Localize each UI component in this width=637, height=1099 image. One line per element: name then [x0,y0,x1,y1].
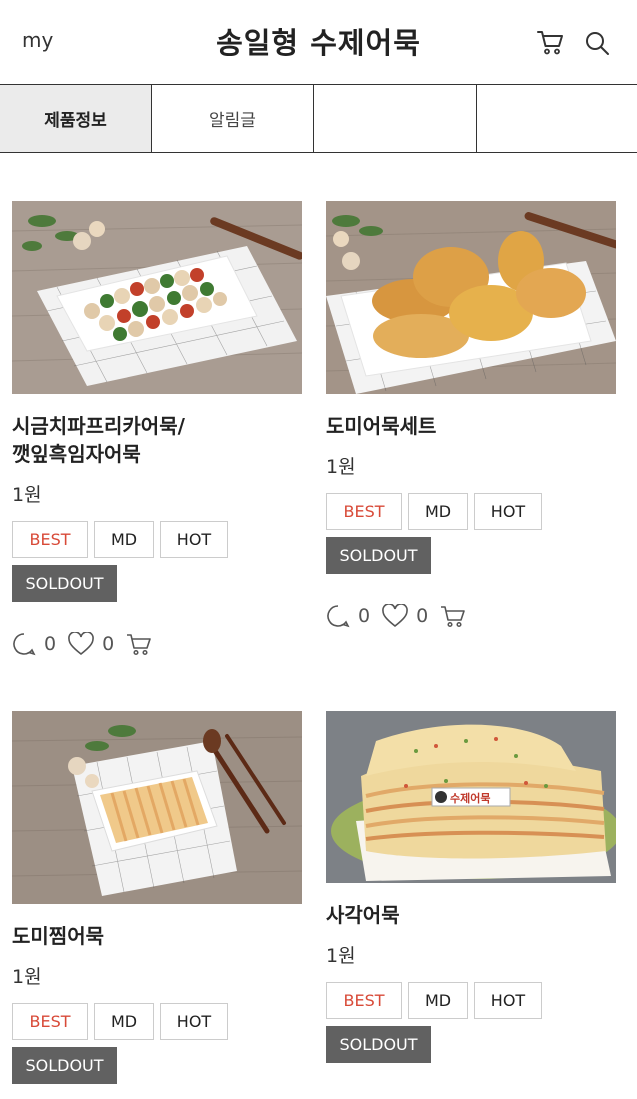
product-actions: 0 0 [326,604,616,628]
badge-group: BEST MD HOT [12,521,302,558]
image-watermark: 수제어묵 [450,791,490,805]
hot-badge: HOT [160,1003,228,1040]
product-price: 1원 [326,945,356,967]
comment-icon [327,605,350,628]
search-icon[interactable] [584,30,610,56]
heart-icon [382,604,408,628]
badge-group: BEST MD HOT [326,982,616,1019]
top-header: my 송일형 수제어묵 [0,0,637,85]
tab-empty-3[interactable] [314,85,477,152]
category-tabs: 제품정보 알림글 [0,85,637,153]
add-to-cart-button[interactable] [440,604,474,628]
best-badge: BEST [326,493,402,530]
product-name-line2[interactable]: 깻잎흑임자어묵 [12,440,302,468]
comment-count: 0 [358,605,371,627]
hot-badge: HOT [160,521,228,558]
product-card: 도미어묵세트 1원 BEST MD HOT SOLDOUT 0 0 [326,201,616,628]
product-card: 도미찜어묵 1원 BEST MD HOT SOLDOUT [12,711,302,1084]
hot-badge: HOT [474,493,542,530]
like-button[interactable]: 0 [382,604,428,628]
badge-group: BEST MD HOT [12,1003,302,1040]
comment-button[interactable]: 0 [12,632,56,656]
product-name[interactable]: 도미찜어묵 [12,922,302,950]
md-badge: MD [94,521,154,558]
product-name[interactable]: 시금치파프리카어묵/ [12,412,302,440]
tab-empty-4[interactable] [477,85,637,152]
best-badge: BEST [326,982,402,1019]
cart-icon [441,606,465,628]
soldout-badge: SOLDOUT [12,1047,117,1084]
cart-icon[interactable] [536,28,564,56]
hot-badge: HOT [474,982,542,1019]
product-card: 시금치파프리카어묵/ 깻잎흑임자어묵 1원 BEST MD HOT SOLDOU… [12,201,302,656]
heart-icon [68,632,94,656]
product-actions: 0 0 [12,632,302,656]
badge-group: BEST MD HOT [326,493,616,530]
product-name[interactable]: 도미어묵세트 [326,412,616,440]
product-price: 1원 [12,966,42,988]
comment-button[interactable]: 0 [326,604,370,628]
like-count: 0 [416,605,429,627]
product-price: 1원 [12,484,42,506]
soldout-badge: SOLDOUT [12,565,117,602]
best-badge: BEST [12,521,88,558]
product-image[interactable]: 수제어묵 [326,711,616,883]
comment-count: 0 [44,633,57,655]
product-image[interactable] [12,201,302,394]
md-badge: MD [408,493,468,530]
soldout-badge: SOLDOUT [326,1026,431,1063]
product-card: 수제어묵 사각어묵 1원 BEST MD HOT SOLDOUT [326,711,616,1063]
like-count: 0 [102,633,115,655]
product-image[interactable] [326,201,616,394]
comment-icon [13,633,36,656]
add-to-cart-button[interactable] [126,632,160,656]
product-name[interactable]: 사각어묵 [326,901,616,929]
like-button[interactable]: 0 [68,632,114,656]
soldout-badge: SOLDOUT [326,537,431,574]
product-price: 1원 [326,456,356,478]
md-badge: MD [408,982,468,1019]
product-image[interactable] [12,711,302,904]
md-badge: MD [94,1003,154,1040]
tab-product-info[interactable]: 제품정보 [0,85,152,152]
best-badge: BEST [12,1003,88,1040]
cart-icon [127,634,151,656]
tab-notice[interactable]: 알림글 [152,85,314,152]
